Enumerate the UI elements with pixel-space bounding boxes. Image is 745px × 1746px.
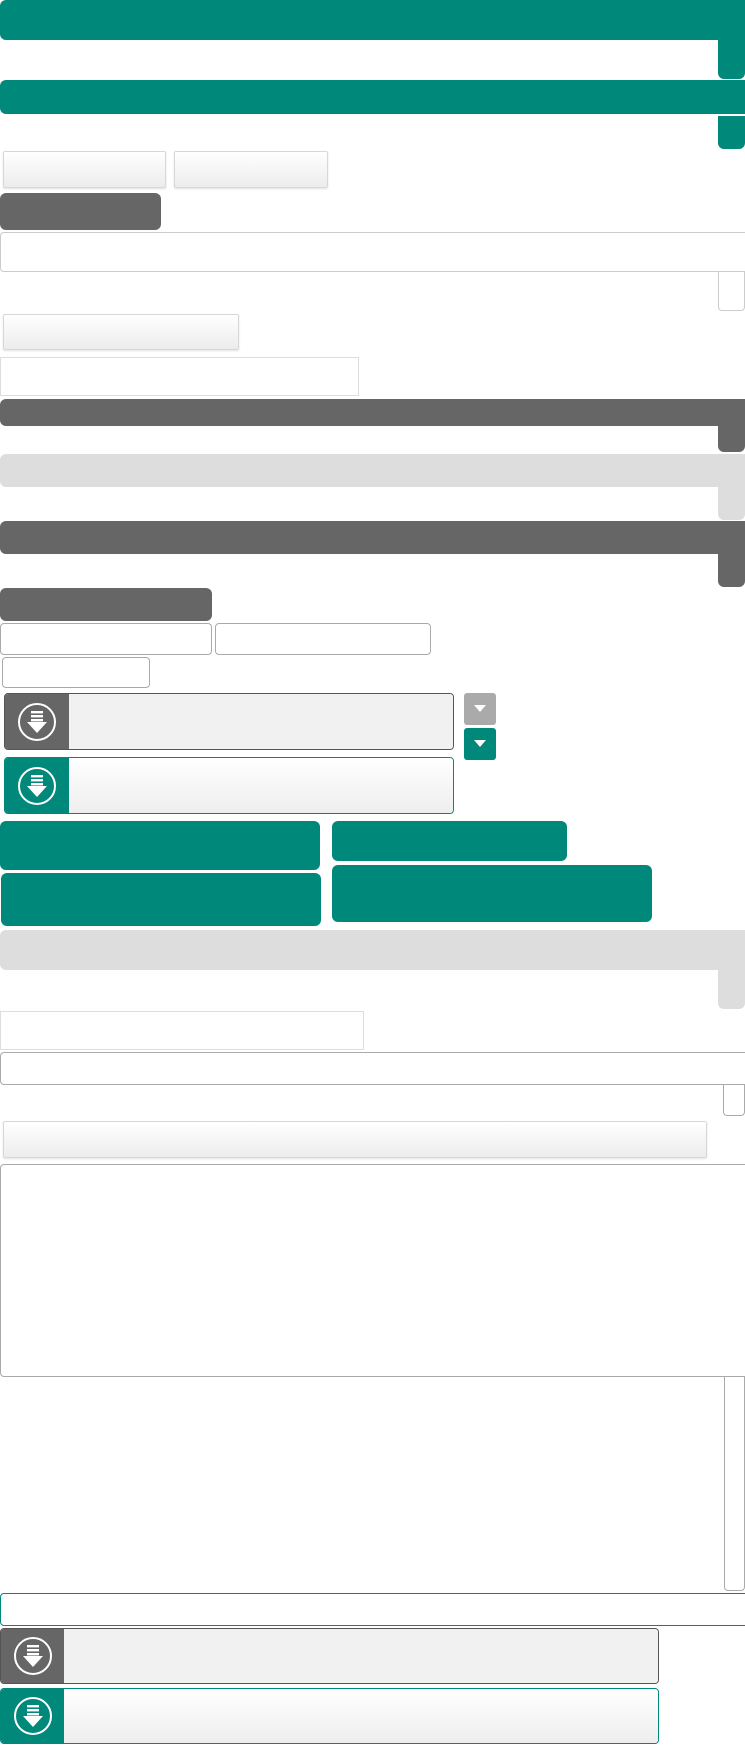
teal-button-3[interactable] [1,873,321,926]
teal-button-4[interactable] [332,865,652,922]
download-teal-icon-box [5,758,69,813]
light-bar-2-tab[interactable] [718,970,745,1009]
second-bar[interactable] [0,80,745,114]
dark-bar-2[interactable] [0,521,745,554]
dark-tab[interactable] [0,588,212,621]
top-bar-tab[interactable] [718,40,745,79]
download-circle-icon [13,1637,52,1675]
lower-wide-button[interactable] [3,1121,707,1158]
dark-bar-1[interactable] [0,399,745,426]
small-input-2[interactable] [215,623,431,655]
download-teal-body [69,758,453,813]
small-input-1[interactable] [0,623,212,655]
second-bar-tab[interactable] [718,116,745,149]
download-dark-icon-box [5,694,69,749]
dark-badge[interactable] [0,193,161,230]
dark-bar-2-tab[interactable] [718,554,745,587]
wide-button[interactable] [3,314,239,350]
toolbar-button-1[interactable] [3,151,166,188]
dark-bar-1-tab[interactable] [718,426,745,452]
text-field-1[interactable] [0,232,745,272]
chevron-down-icon [474,740,486,747]
chevron-down-icon [474,705,486,712]
teal-button-2[interactable] [332,821,567,861]
textarea-1[interactable] [0,1164,745,1377]
textarea-2[interactable] [724,1377,745,1591]
download-dark-body [69,694,453,749]
caret-active[interactable] [464,728,496,760]
text-field-3[interactable] [0,357,359,396]
download-teal-bottom-icon-box [1,1689,64,1743]
top-bar[interactable] [0,0,745,40]
download-dark-bottom[interactable] [0,1628,659,1684]
teal-field[interactable] [0,1593,745,1626]
download-teal-bottom[interactable] [0,1688,659,1744]
teal-button-1[interactable] [0,821,320,870]
small-input-3[interactable] [2,657,150,688]
download-circle-icon [18,702,56,741]
download-dark[interactable] [4,693,454,750]
download-dark-bottom-body [64,1629,658,1683]
field-b-handle[interactable] [723,1085,745,1116]
download-circle-icon [18,766,56,805]
toolbar-button-2[interactable] [174,151,328,188]
light-bar-1[interactable] [0,454,745,487]
field-a[interactable] [0,1011,364,1050]
field-b[interactable] [0,1052,745,1085]
download-circle-icon [13,1697,52,1735]
light-bar-2[interactable] [0,930,745,970]
download-teal-bottom-body [64,1689,658,1743]
download-teal[interactable] [4,757,454,814]
text-field-1-handle[interactable] [718,272,745,311]
download-dark-bottom-icon-box [1,1629,64,1683]
caret-disabled[interactable] [464,693,496,725]
light-bar-1-tab[interactable] [718,487,745,520]
